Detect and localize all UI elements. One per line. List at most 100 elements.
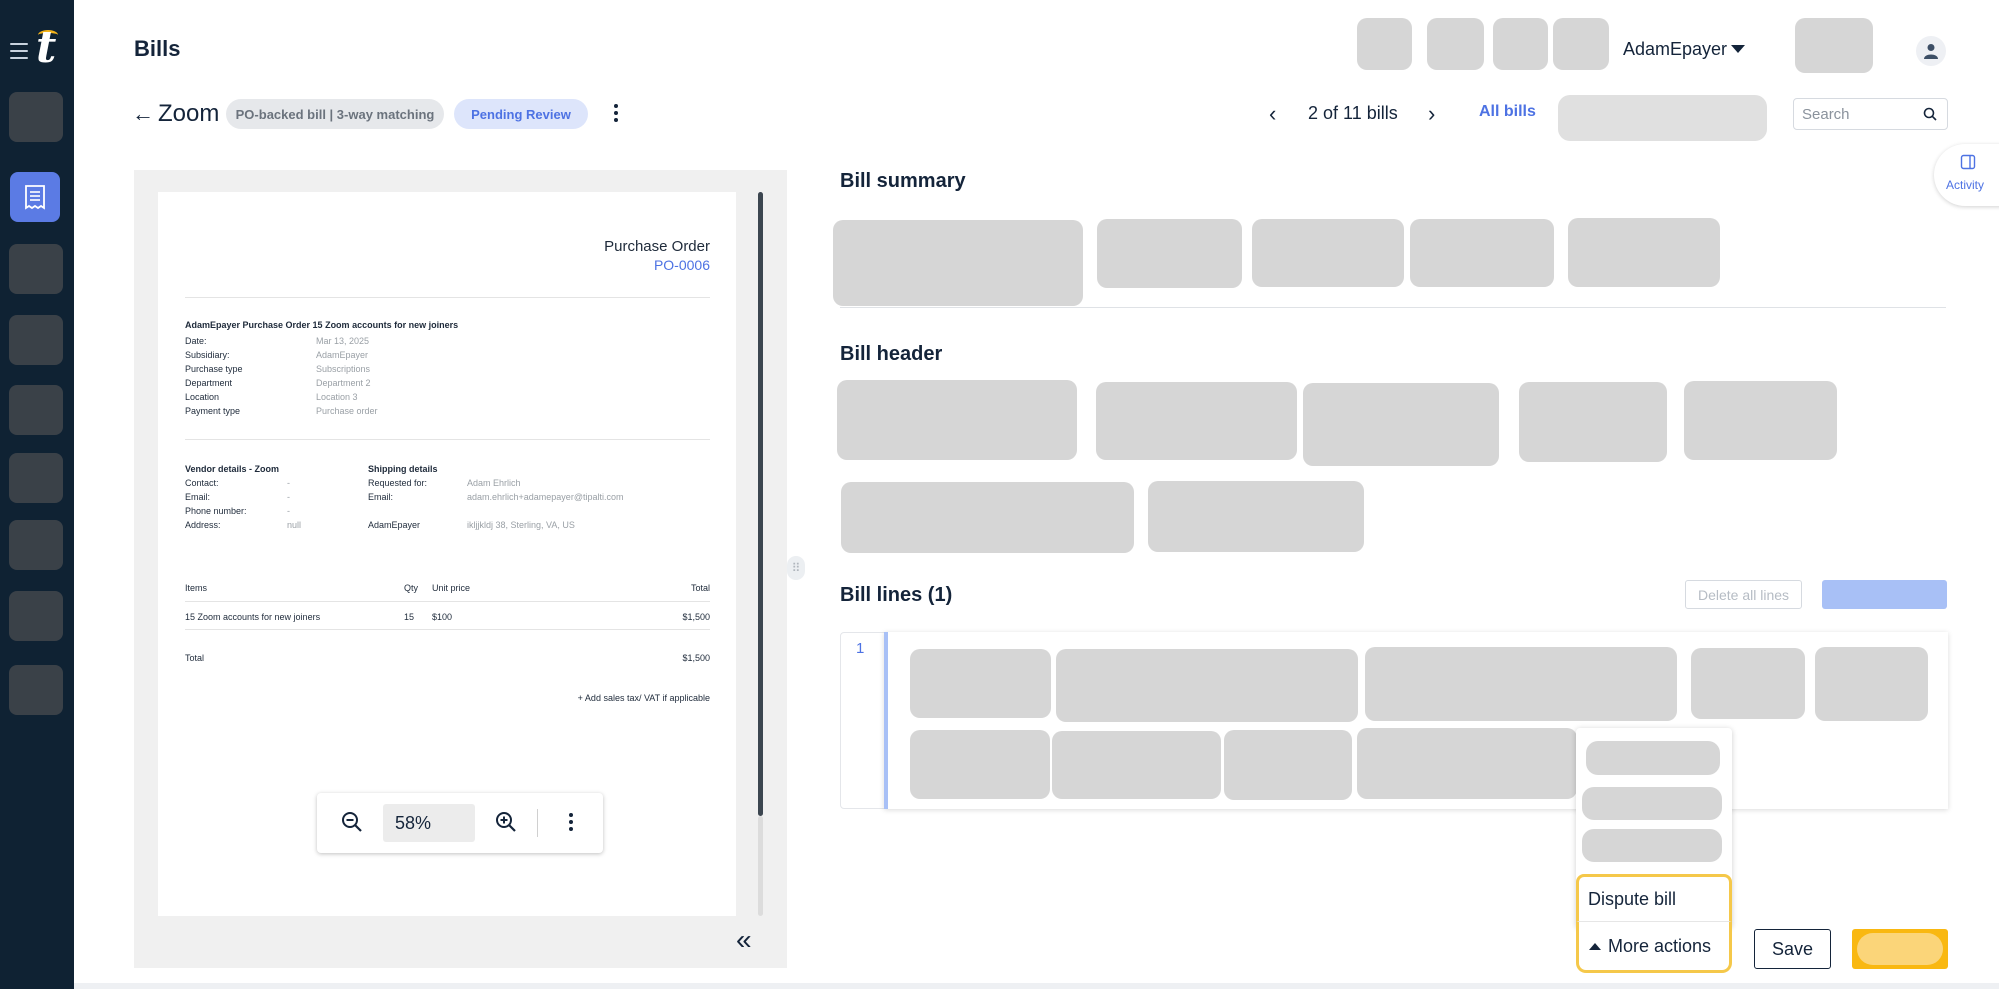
table-header-total: Total: [690, 583, 710, 593]
add-line-button[interactable]: [1822, 580, 1947, 609]
user-menu[interactable]: AdamEpayer: [1623, 39, 1727, 60]
doc-po-number: PO-0006: [653, 257, 710, 273]
back-arrow-icon[interactable]: ←: [132, 101, 154, 127]
doc-heading: Purchase Order: [604, 238, 710, 255]
collapse-panel-icon[interactable]: «: [736, 924, 752, 956]
caret-down-icon[interactable]: [1731, 45, 1745, 53]
sidebar-item-7[interactable]: [9, 520, 63, 570]
avatar[interactable]: [1916, 36, 1946, 66]
preview-scrollbar[interactable]: [758, 192, 763, 816]
header-placeholder-1[interactable]: [1357, 18, 1412, 70]
delete-all-lines-button[interactable]: Delete all lines: [1685, 580, 1802, 609]
header-placeholder-5[interactable]: [1795, 18, 1873, 73]
doc-field: Payment type Purchase order: [185, 406, 378, 416]
more-options-icon[interactable]: [610, 102, 622, 126]
shipping-field-label: Requested for:: [368, 478, 428, 488]
sidebar-item-5[interactable]: [9, 385, 63, 435]
header-field[interactable]: [1684, 381, 1837, 460]
header-placeholder-3[interactable]: [1493, 18, 1548, 70]
activity-label: Activity: [1946, 178, 1985, 192]
header-placeholder-4[interactable]: [1553, 18, 1609, 70]
sidebar-item-8[interactable]: [9, 591, 63, 641]
vendor-field-value: null: [287, 520, 302, 530]
line-field[interactable]: [1052, 731, 1221, 799]
bill-type-chip: PO-backed bill | 3-way matching: [226, 99, 444, 129]
line-field[interactable]: [1357, 728, 1577, 799]
line-field[interactable]: [910, 730, 1050, 799]
search-input[interactable]: [1802, 99, 1922, 129]
line-field[interactable]: [910, 649, 1051, 718]
more-actions-label: More actions: [1608, 935, 1712, 956]
all-bills-link[interactable]: All bills: [1479, 103, 1536, 121]
table-header-items: Items: [185, 583, 208, 593]
summary-field: [1410, 219, 1554, 287]
divider: [185, 439, 710, 440]
person-icon: [1924, 44, 1938, 59]
search-icon[interactable]: [1923, 107, 1937, 121]
header-placeholder-2[interactable]: [1427, 18, 1484, 70]
caret-up-icon: [1589, 942, 1601, 950]
menu-item[interactable]: [1582, 787, 1722, 820]
tax-note: + Add sales tax/ VAT if applicable: [577, 693, 710, 703]
document-preview: Purchase Order PO-0006 AdamEpayer Purcha…: [134, 170, 787, 968]
sidebar-item-9[interactable]: [9, 665, 63, 715]
toolbar-divider: [537, 809, 538, 837]
sidebar-item-1[interactable]: [9, 92, 63, 142]
section-divider: [840, 307, 1946, 308]
table-cell-item: 15 Zoom accounts for new joiners: [185, 612, 321, 622]
table-header-qty: Qty: [404, 583, 419, 593]
doc-field: Subsidiary: AdamEpayer: [185, 350, 369, 360]
sidebar-item-6[interactable]: [9, 453, 63, 503]
line-field[interactable]: [1224, 730, 1352, 800]
shipping-heading: Shipping details: [368, 464, 438, 474]
more-actions-button[interactable]: More actions: [1576, 921, 1732, 973]
receipt-icon: [25, 185, 45, 210]
page-title: Bills: [134, 36, 181, 61]
zoom-level[interactable]: 58%: [383, 804, 475, 842]
menu-item[interactable]: [1586, 741, 1720, 775]
header-field[interactable]: [1303, 383, 1499, 466]
vendor-field-value: -: [287, 506, 290, 516]
dispute-bill-menu-item[interactable]: Dispute bill: [1576, 874, 1732, 924]
vendor-name: Zoom: [158, 100, 220, 127]
line-number: 1: [856, 640, 865, 657]
shipping-field-label: AdamEpayer: [368, 520, 421, 530]
zoom-out-icon[interactable]: [341, 811, 363, 833]
hamburger-menu-icon[interactable]: [10, 43, 28, 64]
line-field[interactable]: [1815, 647, 1928, 721]
sidebar-item-bills[interactable]: [10, 172, 60, 222]
zoom-in-icon[interactable]: [495, 811, 517, 833]
summary-field: [1252, 219, 1404, 287]
vendor-field-value: -: [287, 478, 290, 488]
total-label: Total: [185, 653, 205, 663]
activity-panel-toggle[interactable]: Activity: [1934, 144, 1999, 206]
line-field[interactable]: [1691, 648, 1805, 719]
header-placeholder-6[interactable]: [1558, 95, 1767, 141]
vendor-field-label: Email:: [185, 492, 211, 502]
line-field[interactable]: [1365, 647, 1677, 721]
doc-title: AdamEpayer Purchase Order 15 Zoom accoun…: [185, 320, 459, 330]
header-field[interactable]: [1519, 382, 1667, 462]
sidebar-item-3[interactable]: [9, 244, 63, 294]
table-header-unit-price: Unit price: [432, 583, 471, 593]
sidebar-item-4[interactable]: [9, 315, 63, 365]
panel-icon: [1960, 154, 1976, 170]
bill-header-title: Bill header: [840, 343, 943, 365]
chevron-left-icon[interactable]: ‹: [1269, 101, 1276, 127]
header-field[interactable]: [1148, 481, 1364, 552]
menu-item[interactable]: [1582, 829, 1722, 862]
header-field[interactable]: [1096, 382, 1297, 460]
chevron-right-icon[interactable]: ›: [1428, 101, 1435, 127]
divider: [185, 629, 710, 630]
vendor-heading: Vendor details - Zoom: [185, 464, 280, 474]
submit-button[interactable]: [1852, 929, 1948, 969]
header-field[interactable]: [841, 482, 1134, 553]
header-field[interactable]: [837, 380, 1077, 460]
line-field[interactable]: [1056, 649, 1358, 722]
search-field[interactable]: [1793, 98, 1948, 130]
vendor-field-label: Phone number:: [185, 506, 247, 516]
table-cell-total: $1,500: [682, 612, 710, 622]
zoom-more-icon[interactable]: [567, 813, 575, 834]
resize-handle-icon[interactable]: ⠿: [787, 556, 805, 580]
save-button[interactable]: Save: [1754, 929, 1831, 969]
